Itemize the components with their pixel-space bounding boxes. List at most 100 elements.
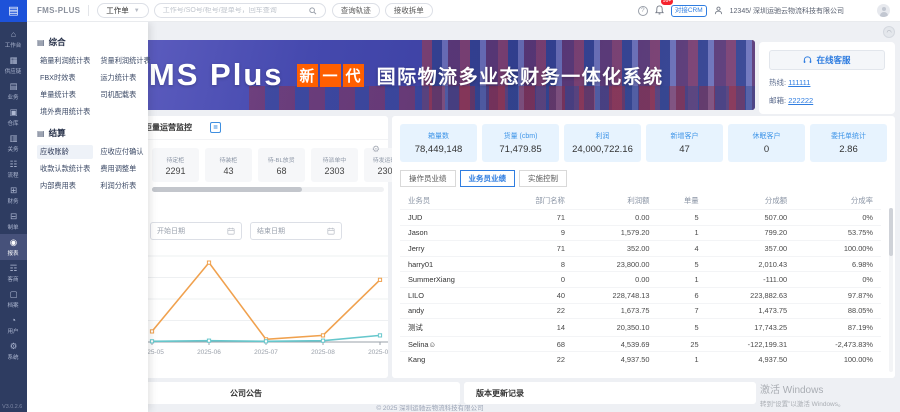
cell-value: 0 — [500, 272, 573, 288]
notifications[interactable]: 99+ — [655, 2, 664, 20]
cell-value: 1 — [658, 225, 707, 241]
search-input[interactable] — [163, 7, 309, 14]
series-orange — [152, 263, 380, 340]
crm-tag[interactable]: 对接CRM — [671, 5, 707, 17]
online-service-button[interactable]: 在线客服 — [769, 50, 885, 70]
sidebar-item-label: 关务 — [8, 144, 19, 152]
table-scrollbar — [889, 208, 893, 372]
salesperson-name[interactable]: Jason — [400, 225, 500, 241]
sidebar-item-档案[interactable]: ▢档案 — [0, 286, 27, 312]
salesperson-name[interactable]: Kang — [400, 352, 500, 367]
sidebar-item-label: 报表 — [8, 248, 19, 256]
sidebar-item-系统[interactable]: ⚙系统 — [0, 338, 27, 364]
floating-helper-button[interactable]: ◠ — [883, 26, 895, 38]
tab-操作员业绩[interactable]: 操作员业绩 — [400, 170, 456, 187]
business-icon: ▤ — [9, 82, 17, 91]
menu-item-利润分析表[interactable]: 利润分析表 — [97, 179, 146, 193]
kpi-label: 休眠客户 — [753, 131, 781, 141]
chip-value: 2291 — [165, 166, 185, 176]
menu-item-收款认款统计表[interactable]: 收款认款统计表 — [37, 162, 93, 176]
kpi-value: 47 — [679, 144, 690, 155]
hotline-link[interactable]: 111111 — [788, 78, 810, 87]
svg-text:2025-08: 2025-08 — [311, 349, 335, 356]
sidebar-item-报表[interactable]: ◉报表 — [0, 234, 27, 260]
windows-watermark: 激活 Windows 转到“设置”以激活 Windows。 — [760, 381, 898, 408]
salesperson-name[interactable]: SummerXiang — [400, 272, 500, 288]
menu-item-应收账龄[interactable]: 应收账龄 — [37, 145, 93, 159]
sidebar-item-仓库[interactable]: ▣仓库 — [0, 104, 27, 130]
app-logo-icon[interactable]: ▤ — [0, 0, 27, 22]
sidebar-item-业务[interactable]: ▤业务 — [0, 78, 27, 104]
salesperson-name[interactable]: LILO — [400, 287, 500, 303]
table-scrollbar-thumb[interactable] — [889, 208, 893, 256]
sidebar-item-供应链[interactable]: ▦供应链 — [0, 52, 27, 78]
tab-业务员业绩[interactable]: 业务员业绩 — [460, 170, 516, 187]
kpi-label: 货量 (cbm) — [504, 131, 538, 141]
menu-item-箱量利润统计表[interactable]: 箱量利润统计表 — [37, 54, 93, 68]
switch-user-icon[interactable] — [714, 6, 723, 15]
headset-icon — [803, 56, 812, 65]
column-header: 业务员 — [400, 192, 500, 210]
menu-item-费用调整单[interactable]: 费用调整单 — [97, 162, 146, 176]
sidebar-item-工作台[interactable]: ⌂工作台 — [0, 26, 27, 52]
menu-item-运力统计表[interactable]: 运力统计表 — [97, 71, 153, 85]
cell-value: 5 — [658, 319, 707, 337]
chevron-down-icon: ▼ — [134, 8, 140, 14]
menu-item-境外费用统计表[interactable]: 境外费用统计表 — [37, 105, 93, 119]
cell-value: 53.75% — [795, 225, 881, 241]
monitor-tab[interactable]: 柜量运营监控 — [144, 122, 192, 133]
cell-value: 4 — [658, 241, 707, 257]
table-header-row: 业务员部门名称利润额单量分成额分成率 — [400, 192, 881, 210]
kpi-cards: 箱量数78,449,148货量 (cbm)71,479.85利润24,000,7… — [400, 124, 887, 162]
help-icon[interactable]: ? — [638, 6, 648, 16]
cell-value: 6 — [658, 287, 707, 303]
chip-label: 待装柜 — [220, 155, 238, 164]
receive-split-button[interactable]: 接收拆单 — [385, 3, 433, 18]
menu-item-单量统计表[interactable]: 单量统计表 — [37, 88, 93, 102]
salesperson-name[interactable]: andy — [400, 303, 500, 319]
sidebar-item-关务[interactable]: ▥关务 — [0, 130, 27, 156]
mail-link[interactable]: 222222 — [788, 96, 813, 105]
gear-icon[interactable]: ⚙ — [372, 144, 380, 155]
cell-value: 7 — [658, 303, 707, 319]
status-chip-待定柜: 待定柜2291 — [152, 148, 199, 182]
salesperson-name[interactable]: Jerry — [400, 241, 500, 257]
divider — [88, 5, 89, 16]
start-date-picker[interactable]: 开始日期 — [150, 222, 242, 240]
salesperson-name[interactable]: harry01 — [400, 256, 500, 272]
end-date-picker[interactable]: 结束日期 — [250, 222, 342, 240]
reports-menu-panel: ▤综合箱量利润统计表货量利润统计表FBX时效表运力统计表单量统计表司机配载表境外… — [27, 22, 148, 412]
notice-title[interactable]: 公司公告 — [230, 388, 262, 399]
sidebar-item-用户[interactable]: ◔用户 — [0, 312, 27, 338]
chips-scrollbar-thumb[interactable] — [152, 187, 302, 192]
sidebar-item-财务[interactable]: ⊞财务 — [0, 182, 27, 208]
menu-section-title: ▤综合 — [37, 36, 140, 48]
track-query-button[interactable]: 查询轨迹 — [332, 3, 380, 18]
system-icon: ⚙ — [10, 342, 18, 351]
tenant-name[interactable]: 12345/ 深圳运驰云物流科技有限公司 — [730, 6, 844, 16]
changelog-title[interactable]: 版本更新记录 — [476, 388, 524, 399]
performance-panel: 箱量数78,449,148货量 (cbm)71,479.85利润24,000,7… — [392, 116, 895, 378]
table-body: JUD710.005507.000%Jason91,579.201799.205… — [400, 210, 881, 367]
kpi-label: 利润 — [596, 131, 610, 141]
menu-item-应收应付确认[interactable]: 应收应付确认 — [97, 145, 146, 159]
menu-item-司机配载表[interactable]: 司机配载表 — [97, 88, 153, 102]
banner-subtitle: 国际物流多业态财务一体化系统 — [377, 62, 664, 89]
table-row: Jason91,579.201799.2053.75% — [400, 225, 881, 241]
archive-icon: ▢ — [9, 290, 17, 299]
salesperson-name[interactable]: 测试 — [400, 319, 500, 337]
menu-item-FBX时效表[interactable]: FBX时效表 — [37, 71, 93, 85]
sidebar-item-制单[interactable]: ⊟制单 — [0, 208, 27, 234]
tab-实施控制[interactable]: 实施控制 — [519, 170, 567, 187]
sidebar-item-流程[interactable]: ☷流程 — [0, 156, 27, 182]
list-view-icon[interactable]: ≣ — [210, 122, 221, 133]
cell-value: 0% — [795, 210, 881, 226]
salesperson-name[interactable]: Selina☺ — [400, 336, 500, 352]
menu-item-货量利润统计表[interactable]: 货量利润统计表 — [97, 54, 153, 68]
search-scope-select[interactable]: 工作单 ▼ — [97, 3, 148, 18]
salesperson-name[interactable]: JUD — [400, 210, 500, 226]
user-avatar[interactable] — [877, 4, 890, 17]
sidebar-item-客商[interactable]: ☶客商 — [0, 260, 27, 286]
menu-item-内部费用表[interactable]: 内部费用表 — [37, 179, 93, 193]
cell-value: 22 — [500, 303, 573, 319]
